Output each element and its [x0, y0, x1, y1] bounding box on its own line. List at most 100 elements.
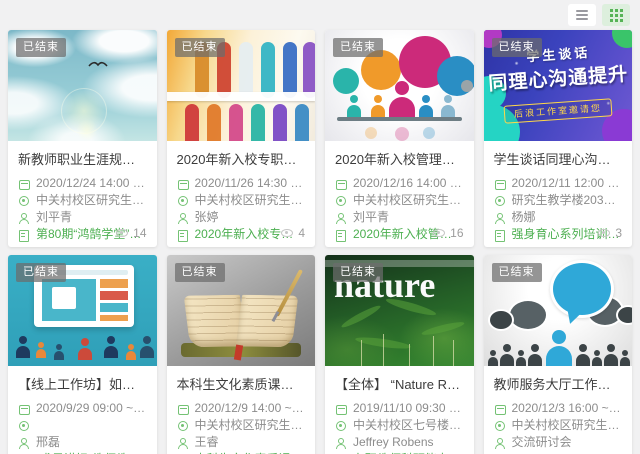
card-title[interactable]: 教师服务大厅工作交流研讨会: [494, 375, 623, 394]
test-tube: [303, 42, 316, 98]
person-icon: [177, 212, 189, 224]
status-badge: 已结束: [16, 263, 66, 282]
person-figure: [419, 105, 433, 117]
card-location: 中关村校区研究生楼302: [335, 192, 464, 209]
event-card[interactable]: 已结束 教师服务大厅工作交流研讨会 2020/12/3 16:00 ~ 17:3…: [484, 255, 633, 454]
person-figure: [78, 348, 92, 360]
lens-flare: [76, 119, 98, 141]
person-figure: [592, 357, 602, 366]
person-figure: [104, 346, 118, 358]
status-badge: 已结束: [16, 38, 66, 57]
category-icon: [18, 229, 30, 241]
event-card[interactable]: 已结束 2020年新入校管理人员岗前培训—... 2020/12/16 14:0…: [325, 30, 474, 247]
view-count: 14: [116, 226, 146, 240]
speech-bubble: [333, 68, 359, 94]
card-person: Jeffrey Robens: [335, 434, 464, 451]
view-count: 3: [598, 226, 622, 240]
test-tube: [239, 42, 253, 98]
grid-view-button[interactable]: [602, 4, 630, 26]
test-tube: [261, 42, 275, 98]
person-figure: [389, 97, 415, 117]
card-title[interactable]: 【线上工作坊】如何促进师生良好...: [18, 375, 147, 394]
event-card[interactable]: 已结束 新教师职业生涯规划与发展 2020/12/24 14:00 ~ 15:3…: [8, 30, 157, 247]
person-figure: [500, 354, 514, 366]
status-badge: 已结束: [492, 38, 542, 57]
moss-stem: [361, 340, 362, 366]
person-figure: [576, 354, 590, 366]
card-datetime: 2020/12/11 12:00 ~ 14:30: [494, 175, 623, 192]
card-datetime: 2020/12/9 14:00 ~ 15:30: [177, 400, 306, 417]
card-title[interactable]: 本科生文化素质课教师教学能力提...: [177, 375, 306, 394]
list-view-icon: [576, 14, 588, 16]
event-image-online-workshop[interactable]: 已结束: [8, 255, 157, 366]
card-location: 研究生教学楼203室（中关村校区）: [494, 192, 623, 209]
speech-bubble: [550, 260, 614, 318]
view-count: 16: [433, 226, 463, 240]
event-image-nature-cover[interactable]: nature 已结束: [325, 255, 474, 366]
event-image-test-tubes[interactable]: 已结束: [167, 30, 316, 141]
base-bar: [337, 117, 462, 121]
event-card[interactable]: 已结束 【线上工作坊】如何促进师生良好... 2020/9/29 09:00 ~…: [8, 255, 157, 454]
card-title[interactable]: 2020年新入校专职实验人员岗前培...: [177, 150, 306, 169]
card-title[interactable]: 新教师职业生涯规划与发展: [18, 150, 147, 169]
card-person: 杨娜: [494, 209, 623, 226]
person-figure: [16, 346, 30, 358]
list-view-button[interactable]: [568, 4, 596, 26]
person-figure: [546, 346, 572, 366]
reflection: [365, 127, 377, 139]
event-image-book[interactable]: 已结束: [167, 255, 316, 366]
person-figure: [620, 357, 630, 366]
person-icon: [18, 437, 30, 449]
event-image-sky[interactable]: 已结束: [8, 30, 157, 141]
card-datetime: 2020/9/29 09:00 ~ 11:00: [18, 400, 147, 417]
event-card-grid: 已结束 新教师职业生涯规划与发展 2020/12/24 14:00 ~ 15:3…: [0, 30, 640, 454]
card-person: 交流研讨会: [494, 434, 623, 451]
browser-content-card: [52, 287, 76, 309]
category-icon: [177, 229, 189, 241]
card-location: 中关村校区研究生楼302教室: [18, 192, 147, 209]
browser-sidebar: [100, 279, 128, 321]
card-datetime: 2020/12/24 14:00 ~ 15:30: [18, 175, 147, 192]
test-tube: [207, 104, 221, 141]
card-person: 刘平青: [18, 209, 147, 226]
event-image-banner[interactable]: 学生谈话 同理心沟通提升 后浪工作室邀请您 已结束: [484, 30, 633, 141]
event-image-seminar[interactable]: 已结束: [484, 255, 633, 366]
card-person: 邢磊: [18, 434, 147, 451]
bookmark-ribbon: [233, 345, 242, 361]
person-figure: [604, 354, 618, 366]
person-figure: [54, 351, 64, 360]
location-icon: [335, 195, 347, 207]
event-card[interactable]: nature 已结束 【全体】 “Nature Research Acad...…: [325, 255, 474, 454]
calendar-icon: [177, 403, 189, 415]
event-card[interactable]: 已结束 2020年新入校专职实验人员岗前培... 2020/11/26 14:3…: [167, 30, 316, 247]
person-icon: [18, 212, 30, 224]
card-title[interactable]: 学生谈话同理心沟通提升: [494, 150, 623, 169]
test-tube: [229, 104, 243, 141]
person-figure: [488, 357, 498, 366]
card-datetime: 2020/12/3 16:00 ~ 17:30: [494, 400, 623, 417]
moss-stem: [409, 344, 410, 366]
test-tube: [295, 104, 309, 141]
event-card[interactable]: 已结束 本科生文化素质课教师教学能力提... 2020/12/9 14:00 ~…: [167, 255, 316, 454]
calendar-icon: [494, 178, 506, 190]
speech-bubble: [508, 299, 548, 331]
location-icon: [494, 420, 506, 432]
event-card[interactable]: 学生谈话 同理心沟通提升 后浪工作室邀请您 已结束 学生谈话同理心沟通提升 20…: [484, 30, 633, 247]
person-figure: [528, 354, 542, 366]
card-datetime: 2020/11/26 14:30 ~ 15:30: [177, 175, 306, 192]
moss-stem: [383, 334, 384, 366]
person-icon: [494, 212, 506, 224]
reflection: [423, 127, 435, 139]
eye-icon: [116, 227, 128, 239]
event-image-discussion[interactable]: 已结束: [325, 30, 474, 141]
person-icon: [177, 437, 189, 449]
card-title[interactable]: 2020年新入校管理人员岗前培训—...: [335, 150, 464, 169]
test-tube: [185, 104, 199, 141]
person-icon: [335, 212, 347, 224]
card-person: 王睿: [177, 434, 306, 451]
view-toolbar: [0, 0, 640, 30]
person-figure: [36, 349, 46, 358]
calendar-icon: [18, 403, 30, 415]
location-icon: [335, 420, 347, 432]
card-title[interactable]: 【全体】 “Nature Research Acad...: [335, 375, 464, 394]
